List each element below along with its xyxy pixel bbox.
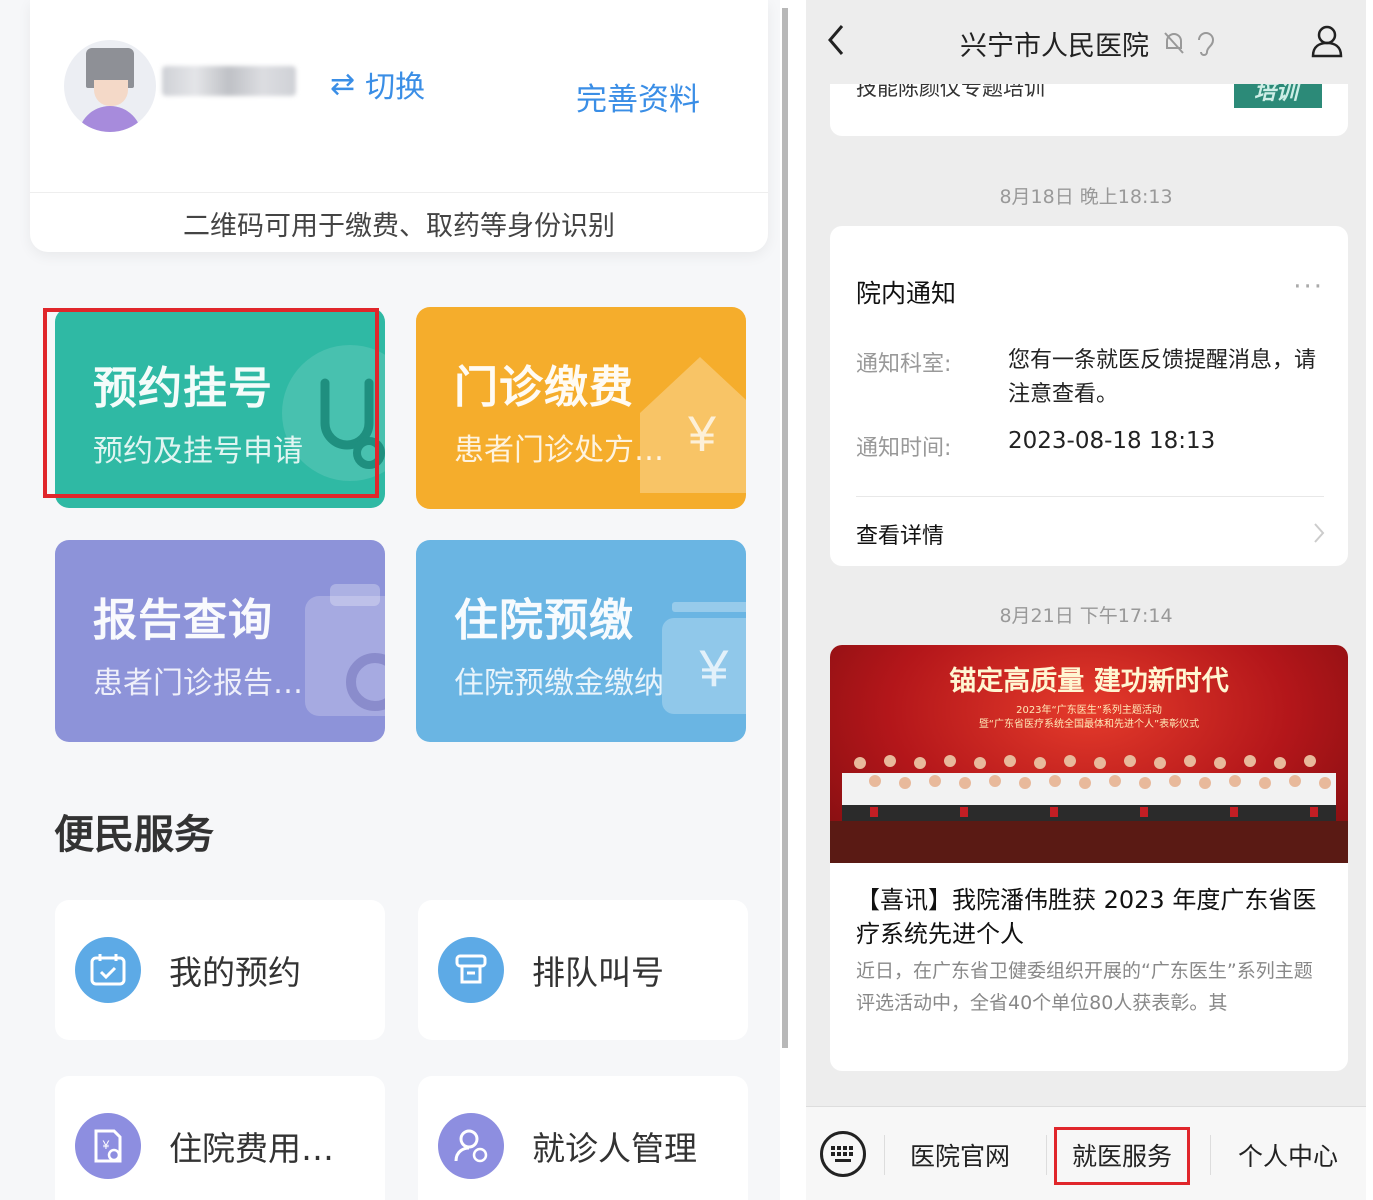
keyboard-icon[interactable] [820,1131,866,1177]
ear-icon [1198,32,1215,56]
divider [30,192,768,193]
news-article-card[interactable]: 锚定高质量 建功新时代 2023年“广东医生”系列主题活动 暨“广东省医疗系统全… [830,645,1348,1071]
blurred-user-name [162,66,296,96]
tile-title: 预约挂号 [93,363,273,414]
menu-hospital-site[interactable]: 医院官网 [910,1137,1010,1173]
switch-patient-button[interactable]: ⇄ 切换 [330,62,425,106]
tile-outpatient-payment[interactable]: ¥ 门诊缴费 患者门诊处方… [416,307,746,509]
calendar-check-icon [75,937,141,1003]
tile-subtitle: 预约及挂号申请 [93,434,303,469]
service-label: 就诊人管理 [532,1129,697,1168]
divider [1210,1135,1211,1175]
tile-inpatient-deposit[interactable]: ¥ 住院预缴 住院预缴金缴纳 [416,540,746,742]
notice-dept-value: 您有一条就医反馈提醒消息，请注意查看。 [1008,348,1317,407]
divider [884,1135,885,1175]
svg-text:¥: ¥ [102,1138,110,1152]
service-inpatient-fee[interactable]: ¥ 住院费用… [55,1076,385,1200]
tile-title: 门诊缴费 [454,362,634,413]
tile-subtitle: 住院预缴金缴纳 [454,666,664,701]
divider [1046,1135,1047,1175]
complete-profile-link[interactable]: 完善资料 [576,74,700,119]
switch-label: 切换 [365,70,426,105]
message-timestamp: 8月18日 晚上18:13 [999,186,1173,208]
qr-hint-text: 二维码可用于缴费、取药等身份识别 [183,211,615,242]
top-nav-bar: 兴宁市人民医院 [806,0,1366,84]
message-timestamp: 8月21日 下午17:14 [999,605,1173,627]
tile-appointment-register[interactable]: 预约挂号 预约及挂号申请 [55,308,385,508]
more-icon[interactable]: ··· [1293,272,1324,302]
account-title: 兴宁市人民医院 [960,31,1149,62]
screenshot-divider [782,0,802,1200]
service-queue-number[interactable]: 排队叫号 [418,900,748,1040]
tile-subtitle: 患者门诊报告… [93,666,303,701]
ticket-queue-icon [438,937,504,1003]
service-label: 我的预约 [169,953,301,992]
section-title: 便民服务 [54,812,214,858]
back-chevron-icon[interactable] [822,20,852,60]
news-summary: 近日，在广东省卫健委组织开展的“广东医生”系列主题评选活动中，全省40个单位80… [856,960,1313,1014]
cover-banner-text: 锚定高质量 建功新时代 [949,666,1229,697]
notice-time-value: 2023-08-18 18:13 [1008,428,1216,454]
notice-time-key: 通知时间: [856,436,952,461]
notice-card[interactable]: 院内通知 ··· 通知科室: 您有一条就医反馈提醒消息，请注意查看。 通知时间:… [830,226,1348,566]
news-cover-image: 锚定高质量 建功新时代 2023年“广东医生”系列主题活动 暨“广东省医疗系统全… [830,645,1348,863]
view-detail-link[interactable]: 查看详情 [856,518,944,550]
notice-title: 院内通知 [856,279,957,308]
svg-text:¥: ¥ [699,640,729,698]
tile-title: 住院预缴 [454,595,634,646]
tile-title: 报告查询 [93,595,273,646]
bottom-menu-bar: 医院官网 就医服务 个人中心 [806,1106,1366,1200]
divider [856,496,1324,497]
service-label: 排队叫号 [532,953,664,992]
profile-card: ⇄ 切换 完善资料 二维码可用于缴费、取药等身份识别 [30,0,768,252]
patient-manage-icon [438,1113,504,1179]
service-my-appointment[interactable]: 我的预约 [55,900,385,1040]
cover-small-text: 2023年“广东医生”系列主题活动 [1016,705,1162,716]
news-title: 【喜讯】我院潘伟胜获 2023 年度广东省医疗系统先进个人 [856,886,1317,948]
avatar[interactable] [64,40,156,132]
fee-search-icon: ¥ [75,1113,141,1179]
hospital-app-screen: ⇄ 切换 完善资料 二维码可用于缴费、取药等身份识别 预约挂号 预约及挂号申请 … [0,0,780,1200]
tile-report-query[interactable]: 报告查询 患者门诊报告… [55,540,385,742]
notice-dept-key: 通知科室: [856,352,952,377]
svg-text:¥: ¥ [687,406,716,462]
menu-personal-center[interactable]: 个人中心 [1238,1137,1338,1173]
menu-medical-service[interactable]: 就医服务 [1072,1137,1172,1173]
group-photo [842,755,1336,833]
service-patient-manage[interactable]: 就诊人管理 [418,1076,748,1200]
chevron-right-icon [1314,523,1325,543]
bell-muted-icon [1164,32,1184,54]
cover-small-text: 暨“广东省医疗系统全国最体和先进个人”表彰仪式 [978,719,1200,730]
service-label: 住院费用… [169,1129,334,1168]
clipboard-icon [305,584,385,716]
tile-subtitle: 患者门诊处方… [454,433,664,468]
stage-floor [830,821,1348,863]
wallet-yuan-icon: ¥ [662,602,746,714]
person-icon[interactable] [1310,24,1344,58]
house-yuan-icon: ¥ [640,357,746,493]
swap-arrows-icon: ⇄ [330,66,356,102]
wechat-official-account-screen: 技能陈颜仪专题培训 培训 兴宁市人民医院 8月18日 晚上18:13 院内通知 … [806,0,1366,1200]
